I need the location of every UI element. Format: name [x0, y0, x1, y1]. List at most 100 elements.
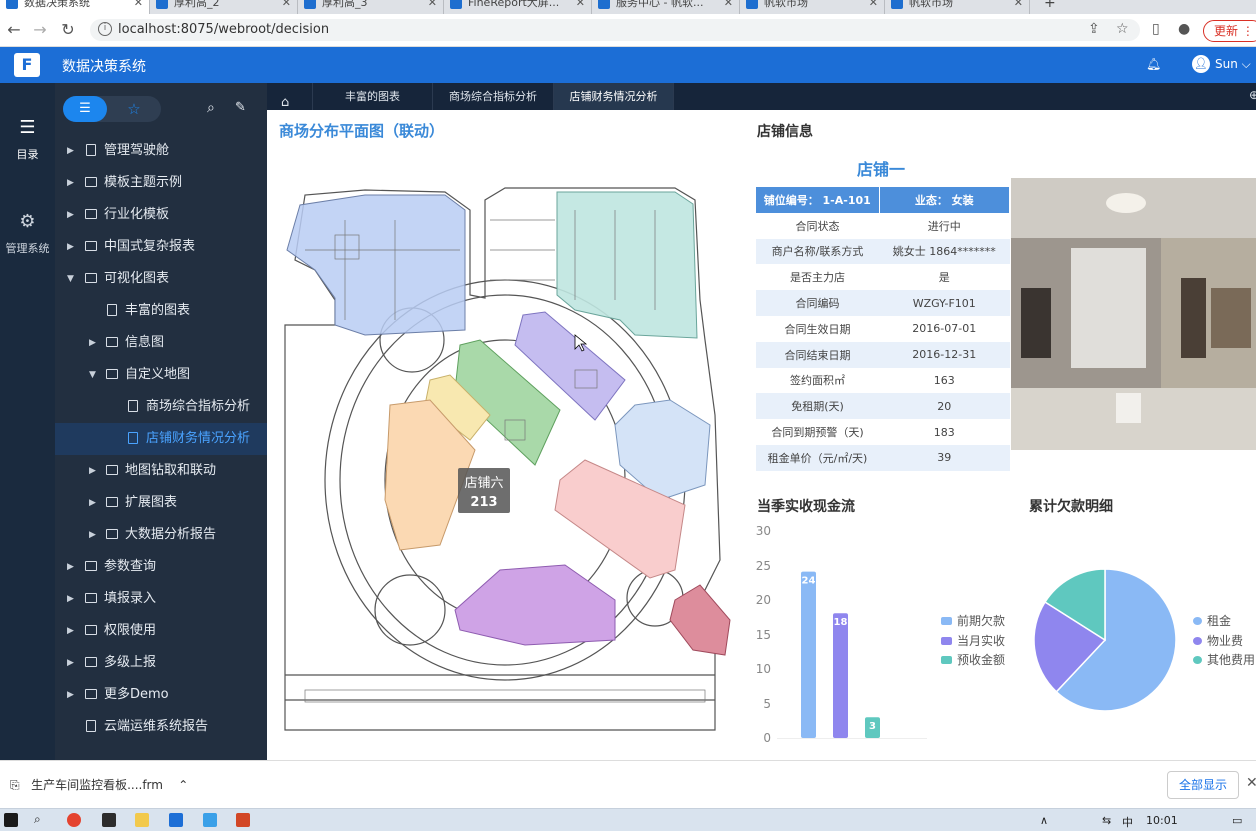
- search-icon[interactable]: ⌕: [207, 100, 215, 116]
- legend-item[interactable]: 物业费: [1193, 632, 1243, 649]
- sidebar-item-industry[interactable]: ▶ 行业化模板: [55, 199, 267, 231]
- close-icon[interactable]: ✕: [1014, 0, 1023, 9]
- browser-tab[interactable]: 服务中心 - 帆软... ✕: [592, 0, 740, 14]
- table-row: 合同编码 WZGY-F101: [756, 290, 1010, 316]
- update-button[interactable]: 更新 ⋮: [1203, 20, 1256, 42]
- sidebar-item-multilevel[interactable]: ▶ 多级上报: [55, 647, 267, 679]
- legend-item[interactable]: 当月实收: [941, 632, 1005, 649]
- powerpoint-icon[interactable]: [236, 813, 250, 827]
- bar[interactable]: [801, 571, 816, 738]
- sidebar-item-infographics[interactable]: ▶ 信息图: [55, 327, 267, 359]
- legend-item[interactable]: 其他费用: [1193, 651, 1255, 668]
- legend-swatch: [1193, 617, 1202, 625]
- sidebar-item-map-drill[interactable]: ▶ 地图钻取和联动: [55, 455, 267, 487]
- shop-region-10[interactable]: [669, 584, 731, 656]
- browser-tab[interactable]: 厚利高_2 ✕: [150, 0, 298, 14]
- bar[interactable]: [833, 613, 848, 738]
- windows-start-icon[interactable]: [4, 813, 18, 827]
- list-view-button[interactable]: ☰: [63, 96, 107, 122]
- close-icon[interactable]: ✕: [1246, 775, 1256, 791]
- pin-icon[interactable]: ✎: [235, 100, 246, 115]
- browser-tab-strip: 数据决策系统 ✕ 厚利高_2 ✕ 厚利高_3 ✕ FineReport大屏... ✕ 服…: [0, 0, 1256, 14]
- add-tab-icon[interactable]: ⊕: [1249, 88, 1256, 102]
- avatar[interactable]: 👤︎: [1192, 55, 1210, 73]
- sidebar-item-complex-reports[interactable]: ▶ 中国式复杂报表: [55, 231, 267, 263]
- finereport-icon[interactable]: [169, 813, 183, 827]
- user-name[interactable]: Sun ⌵: [1215, 57, 1251, 72]
- sidebar-item-shop-finance[interactable]: 店铺财务情况分析: [55, 423, 267, 455]
- home-tab[interactable]: ⌂: [267, 83, 313, 110]
- profile-icon[interactable]: ●: [1178, 21, 1190, 37]
- back-icon[interactable]: ←: [4, 20, 24, 39]
- chevron-right-icon: ▶: [89, 530, 96, 540]
- tray-chevron-icon[interactable]: ∧: [1040, 814, 1048, 827]
- chevron-right-icon: ▶: [67, 210, 74, 220]
- app-icon[interactable]: [203, 813, 217, 827]
- rail-item-directory[interactable]: ☰ 目录: [0, 117, 55, 162]
- sidebar-item-cockpit[interactable]: ▶ 管理驾驶舱: [55, 135, 267, 167]
- legend-item[interactable]: 预收金额: [941, 651, 1005, 668]
- reload-icon[interactable]: ↻: [58, 20, 78, 39]
- app-logo: F: [14, 53, 40, 77]
- forward-icon[interactable]: →: [30, 20, 50, 39]
- share-icon[interactable]: ⇪: [1088, 21, 1100, 37]
- new-tab-icon[interactable]: +: [1044, 0, 1056, 11]
- rail-item-management[interactable]: ⚙ 管理系统: [0, 211, 55, 256]
- favorites-star-icon[interactable]: ☆: [119, 96, 149, 122]
- chevron-right-icon: ▶: [67, 146, 74, 156]
- sidebar-item-visual-charts[interactable]: ▼ 可视化图表: [55, 263, 267, 295]
- chrome-icon[interactable]: [67, 813, 81, 827]
- info-icon[interactable]: i: [98, 22, 112, 36]
- close-icon[interactable]: ✕: [282, 0, 291, 9]
- browser-tab[interactable]: 厚利高_3 ✕: [298, 0, 444, 14]
- document-icon: [86, 720, 96, 732]
- sidepanel-icon[interactable]: ▯: [1152, 21, 1160, 37]
- download-item[interactable]: ⎘ 生产车间监控看板....frm ⌃: [10, 776, 188, 793]
- sidebar-item-custom-map[interactable]: ▼ 自定义地图: [55, 359, 267, 391]
- search-icon[interactable]: ⌕: [34, 812, 41, 827]
- bell-icon[interactable]: 🔔︎: [1146, 57, 1161, 71]
- ime-indicator[interactable]: 中: [1122, 814, 1133, 830]
- y-tick-label: 10: [755, 662, 771, 676]
- sidebar-item-more-demo[interactable]: ▶ 更多Demo: [55, 679, 267, 711]
- sidebar-view-toggle: ☰ ☆: [63, 96, 161, 122]
- tab-shop-finance[interactable]: 店铺财务情况分析: [554, 83, 674, 110]
- browser-tab[interactable]: 数据决策系统 ✕: [0, 0, 150, 14]
- app-icon[interactable]: [102, 813, 116, 827]
- close-icon[interactable]: ✕: [428, 0, 437, 9]
- legend-swatch: [941, 656, 952, 664]
- url-field[interactable]: i localhost:8075/webroot/decision: [90, 19, 1140, 41]
- sidebar-item-data-entry[interactable]: ▶ 填报录入: [55, 583, 267, 615]
- bookmark-star-icon[interactable]: ☆: [1116, 21, 1129, 37]
- sidebar-item-bigdata-report[interactable]: ▶ 大数据分析报告: [55, 519, 267, 551]
- chevron-up-icon[interactable]: ⌃: [178, 778, 188, 792]
- close-icon[interactable]: ✕: [576, 0, 585, 9]
- sidebar-item-mall-indicators[interactable]: 商场综合指标分析: [55, 391, 267, 423]
- legend-item[interactable]: 租金: [1193, 612, 1231, 629]
- tab-mall-indicators[interactable]: 商场综合指标分析: [433, 83, 554, 110]
- shop-region-2[interactable]: [556, 191, 698, 339]
- network-icon[interactable]: ⇆: [1102, 814, 1111, 827]
- close-icon[interactable]: ✕: [134, 0, 143, 9]
- sidebar-item-cloud-ops[interactable]: 云端运维系统报告: [55, 711, 267, 743]
- legend-swatch: [941, 617, 952, 625]
- sidebar-item-templates[interactable]: ▶ 模板主题示例: [55, 167, 267, 199]
- shop-info-title: 店铺信息: [757, 124, 813, 140]
- sidebar-item-rich-charts[interactable]: 丰富的图表: [55, 295, 267, 327]
- folder-icon[interactable]: [135, 813, 149, 827]
- browser-tab[interactable]: 帆软市场 ✕: [885, 0, 1030, 14]
- gear-icon: ⚙: [19, 211, 36, 232]
- browser-tab[interactable]: 帆软市场 ✕: [740, 0, 885, 14]
- shop-region-1[interactable]: [286, 194, 466, 336]
- sidebar-item-param-query[interactable]: ▶ 参数查询: [55, 551, 267, 583]
- notification-icon[interactable]: ▭: [1232, 814, 1242, 827]
- sidebar-item-extended-charts[interactable]: ▶ 扩展图表: [55, 487, 267, 519]
- tab-rich-charts[interactable]: 丰富的图表: [313, 83, 433, 110]
- sidebar-item-permissions[interactable]: ▶ 权限使用: [55, 615, 267, 647]
- close-icon[interactable]: ✕: [724, 0, 733, 9]
- browser-tab[interactable]: FineReport大屏... ✕: [444, 0, 592, 14]
- legend-item[interactable]: 前期欠款: [941, 612, 1005, 629]
- document-icon: [128, 432, 138, 444]
- close-icon[interactable]: ✕: [869, 0, 878, 9]
- show-all-button[interactable]: 全部显示: [1167, 771, 1239, 799]
